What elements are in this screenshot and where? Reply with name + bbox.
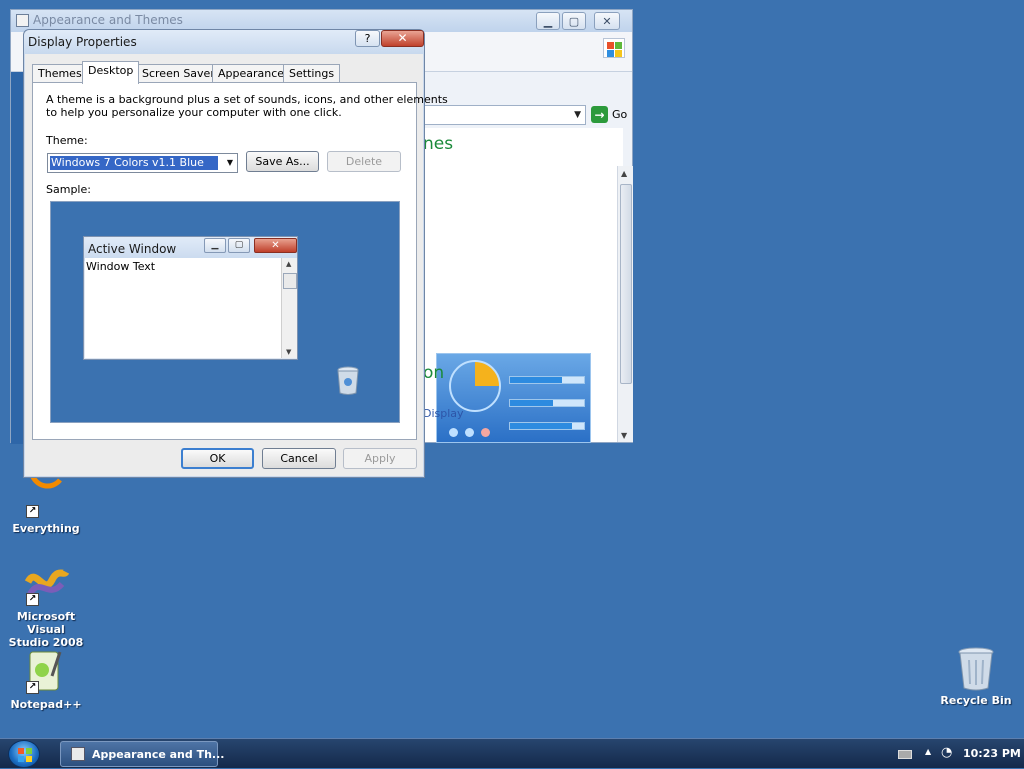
category-heading: nes xyxy=(423,134,454,154)
start-button[interactable] xyxy=(8,740,40,768)
everything-icon: ↗ xyxy=(22,473,70,518)
scroll-thumb[interactable] xyxy=(620,184,632,384)
desktop-icon-label: Notepad++ xyxy=(10,698,82,711)
close-button[interactable]: ✕ xyxy=(594,12,620,30)
scroll-up-icon: ▲ xyxy=(286,260,292,268)
display-properties-dialog[interactable]: Display Properties ? ✕ Themes Desktop Sc… xyxy=(23,29,448,478)
desktop-icon-visual-studio[interactable]: ↗ Microsoft Visual Studio 2008 xyxy=(0,562,92,649)
ok-button[interactable]: OK xyxy=(181,448,254,469)
tab-panel: A theme is a background plus a set of so… xyxy=(32,82,448,440)
desktop-icon-recycle-bin[interactable]: Recycle Bin xyxy=(930,646,1022,707)
keyboard-icon[interactable] xyxy=(898,750,912,759)
desktop-icon-notepad-plus-plus[interactable]: ↗ Notepad++ xyxy=(0,650,92,711)
theme-label: Theme: xyxy=(46,134,88,147)
shortcut-arrow-icon: ↗ xyxy=(26,681,39,694)
tab-themes[interactable]: Themes xyxy=(32,64,88,83)
chevron-down-icon: ▼ xyxy=(574,110,581,120)
sample-active-window: Active Window ▁ ▢ ✕ Window Text ▲ ▼ xyxy=(83,236,298,360)
background-window-title: Appearance and Themes xyxy=(33,13,183,27)
description-line-2: to help you personalize your computer wi… xyxy=(46,106,342,119)
tab-desktop[interactable]: Desktop xyxy=(82,61,140,84)
recycle-bin-icon xyxy=(335,366,361,396)
minimize-icon: ▁ xyxy=(543,14,553,28)
sample-preview: Active Window ▁ ▢ ✕ Window Text ▲ ▼ xyxy=(50,201,400,423)
taskbar-item-appearance-and-themes[interactable]: Appearance and Th... xyxy=(60,741,224,767)
maximize-icon: ▢ xyxy=(228,238,250,253)
minimize-button[interactable]: ▁ xyxy=(536,12,560,30)
dialog-close-button[interactable]: ✕ xyxy=(381,30,424,47)
recycle-bin-icon xyxy=(952,646,1000,691)
notepad-plus-plus-icon: ↗ xyxy=(22,650,70,694)
shortcut-arrow-icon: ↗ xyxy=(26,505,39,518)
tab-appearance[interactable]: Appearance xyxy=(212,64,291,83)
vertical-scrollbar[interactable]: ▲ ▼ xyxy=(617,166,633,442)
taskbar: Appearance and Th... ▲ ◔ 10:23 PM xyxy=(0,738,1024,768)
taskbar-item-label: Appearance and Th... xyxy=(92,748,225,761)
scroll-down-icon: ▼ xyxy=(286,348,292,356)
scroll-down-icon[interactable]: ▼ xyxy=(621,431,627,440)
desktop-icon-label-line1: Microsoft Visual xyxy=(16,610,76,636)
go-arrow-icon: → xyxy=(591,106,608,123)
display-link[interactable]: Display xyxy=(423,407,464,420)
theme-select[interactable]: Windows 7 Colors v1.1 Blue ▼ xyxy=(47,153,238,173)
dialog-title: Display Properties xyxy=(28,35,137,49)
delete-button[interactable]: Delete xyxy=(327,151,401,172)
sample-window-text: Window Text xyxy=(85,258,281,358)
tab-screen-saver[interactable]: Screen Saver xyxy=(136,64,221,83)
control-panel-icon xyxy=(16,14,29,27)
desktop-icon-label: Everything xyxy=(12,522,80,535)
cancel-button[interactable]: Cancel xyxy=(262,448,336,469)
tab-settings[interactable]: Settings xyxy=(283,64,341,83)
address-combo[interactable]: ▼ xyxy=(423,105,586,125)
go-label: Go xyxy=(612,108,628,121)
close-icon: ✕ xyxy=(602,14,612,28)
pie-illustration xyxy=(449,360,501,412)
system-tray: ▲ ◔ 10:23 PM xyxy=(893,739,1023,769)
go-button[interactable]: → Go xyxy=(591,106,627,123)
minimize-icon: ▁ xyxy=(204,238,226,253)
shortcut-arrow-icon: ↗ xyxy=(26,593,39,606)
windows-logo-icon xyxy=(603,38,625,58)
desktop-icon-everything[interactable]: ↗ Everything xyxy=(0,473,92,535)
desktop-icon-label: Recycle Bin xyxy=(940,694,1012,707)
task-heading-fragment: on xyxy=(423,363,445,383)
sample-scrollbar: ▲ ▼ xyxy=(281,258,297,358)
network-icon[interactable]: ◔ xyxy=(941,745,955,761)
chevron-down-icon[interactable]: ▼ xyxy=(227,158,233,167)
theme-select-value: Windows 7 Colors v1.1 Blue xyxy=(50,156,218,170)
help-button[interactable]: ? xyxy=(355,30,380,47)
description-line-1: A theme is a background plus a set of so… xyxy=(46,93,448,106)
desktop-icon-label-line2: Studio 2008 xyxy=(8,636,84,649)
control-panel-icon xyxy=(71,747,85,761)
display-task-illustration[interactable] xyxy=(436,353,591,443)
maximize-button[interactable]: ▢ xyxy=(562,12,586,30)
sample-label: Sample: xyxy=(46,183,91,196)
scroll-up-icon[interactable]: ▲ xyxy=(621,169,627,178)
visual-studio-icon: ↗ xyxy=(22,562,70,606)
close-icon: ✕ xyxy=(254,238,297,253)
save-as-button[interactable]: Save As... xyxy=(246,151,319,172)
maximize-icon: ▢ xyxy=(568,14,580,28)
task-pane-strip xyxy=(11,72,23,444)
apply-button[interactable]: Apply xyxy=(343,448,417,469)
clock[interactable]: 10:23 PM xyxy=(963,747,1021,760)
show-hidden-icons-icon[interactable]: ▲ xyxy=(925,747,931,756)
windows-logo-icon xyxy=(18,748,32,762)
